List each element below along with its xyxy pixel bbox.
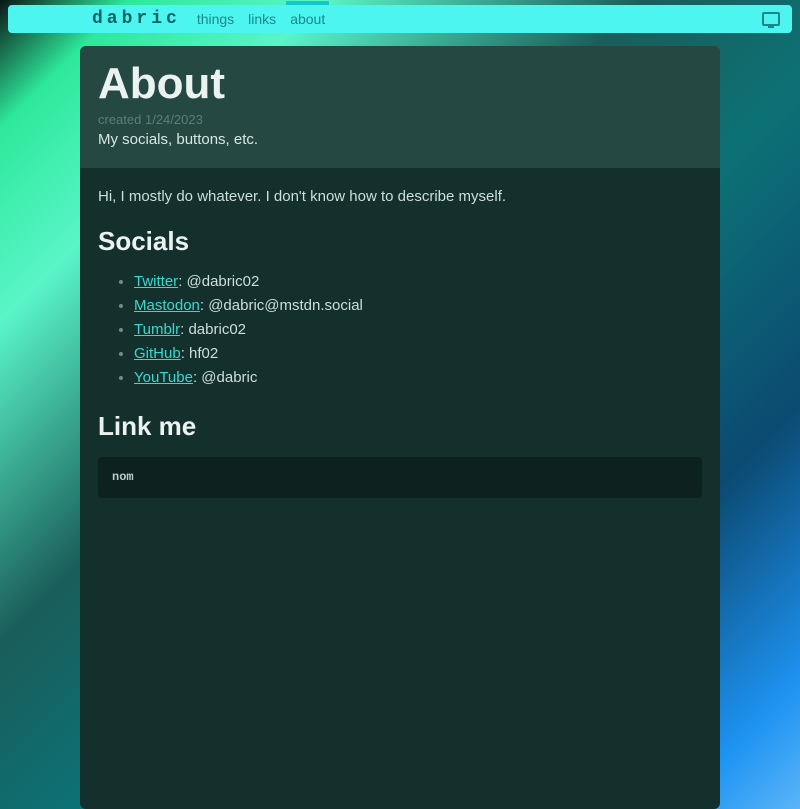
- social-handle: : @dabric@mstdn.social: [200, 297, 363, 314]
- created-prefix: created: [98, 112, 145, 127]
- page-title: About: [98, 62, 702, 106]
- monitor-icon[interactable]: [762, 12, 780, 26]
- list-item: Tumblr: dabric02: [134, 319, 702, 340]
- social-link-mastodon[interactable]: Mastodon: [134, 297, 200, 314]
- list-item: Mastodon: @dabric@mstdn.social: [134, 295, 702, 316]
- page-subtitle: My socials, buttons, etc.: [98, 131, 702, 148]
- social-link-youtube[interactable]: YouTube: [134, 369, 193, 386]
- created-line: created 1/24/2023: [98, 112, 702, 127]
- nav-link-things[interactable]: things: [197, 11, 234, 27]
- brand-logo[interactable]: dabric: [92, 9, 181, 29]
- header-section: About created 1/24/2023 My socials, butt…: [80, 46, 720, 168]
- nav-links: things links about: [197, 11, 325, 27]
- intro-text: Hi, I mostly do whatever. I don't know h…: [98, 186, 702, 207]
- list-item: Twitter: @dabric02: [134, 271, 702, 292]
- main-container: About created 1/24/2023 My socials, butt…: [80, 46, 720, 809]
- list-item: YouTube: @dabric: [134, 367, 702, 388]
- nav-link-about[interactable]: about: [290, 11, 325, 27]
- social-link-twitter[interactable]: Twitter: [134, 273, 178, 290]
- nav-link-links[interactable]: links: [248, 11, 276, 27]
- code-block: nom: [98, 457, 702, 498]
- created-date: 1/24/2023: [145, 112, 203, 127]
- social-handle: : dabric02: [180, 321, 246, 338]
- social-link-github[interactable]: GitHub: [134, 345, 181, 362]
- navbar: dabric things links about: [8, 5, 792, 33]
- socials-list: Twitter: @dabric02 Mastodon: @dabric@mst…: [98, 271, 702, 388]
- content-area: Hi, I mostly do whatever. I don't know h…: [80, 168, 720, 516]
- list-item: GitHub: hf02: [134, 343, 702, 364]
- social-handle: : @dabric02: [178, 273, 259, 290]
- social-handle: : hf02: [181, 345, 219, 362]
- linkme-heading: Link me: [98, 408, 702, 444]
- socials-heading: Socials: [98, 223, 702, 259]
- social-handle: : @dabric: [193, 369, 257, 386]
- nav-right: [762, 12, 780, 26]
- social-link-tumblr[interactable]: Tumblr: [134, 321, 180, 338]
